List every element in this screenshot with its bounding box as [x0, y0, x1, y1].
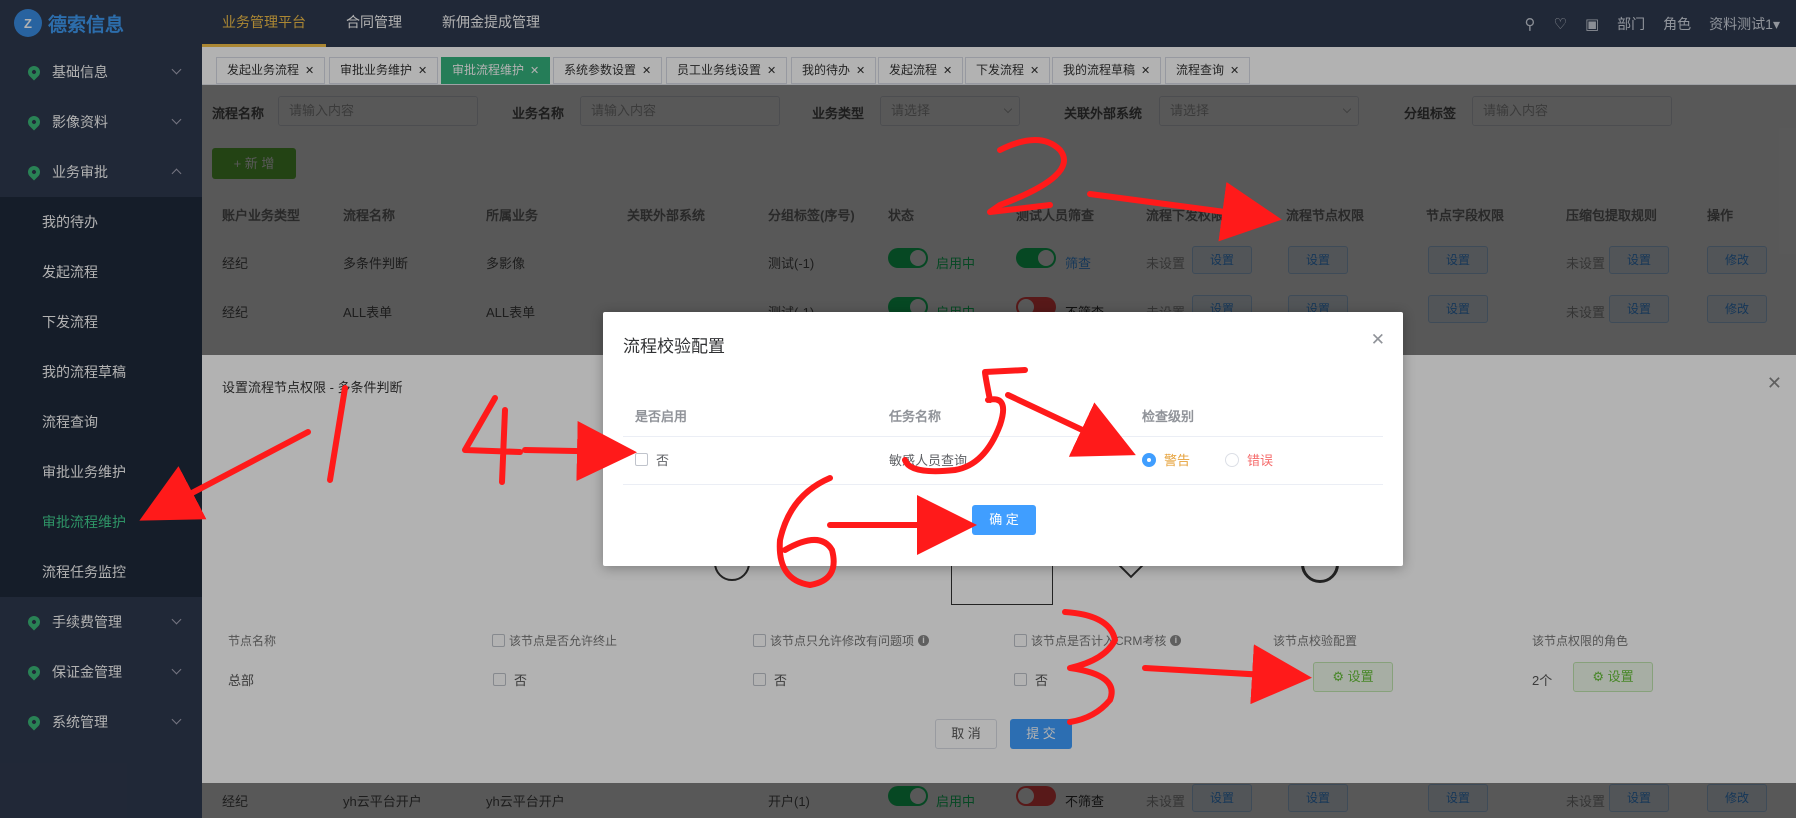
col-check-level: 检查级别 [1142, 409, 1195, 424]
divider [623, 436, 1383, 437]
radio-unselected[interactable] [1225, 452, 1239, 467]
col-enable: 是否启用 [635, 409, 688, 424]
confirm-button[interactable]: 确 定 [972, 505, 1036, 535]
enable-checkbox[interactable] [635, 453, 648, 466]
flow-verify-dialog: 流程校验配置 ✕ 是否启用 任务名称 检查级别 否 敏感人员查询 警告 错误 确… [603, 312, 1403, 566]
col-task-name: 任务名称 [889, 409, 942, 424]
level-error-option[interactable]: 错误 [1225, 450, 1273, 469]
enable-cell: 否 [635, 450, 669, 469]
divider [623, 484, 1383, 485]
level-warn-option[interactable]: 警告 [1142, 450, 1190, 469]
radio-label: 警告 [1164, 453, 1191, 468]
radio-selected[interactable] [1142, 452, 1156, 467]
checkbox-label: 否 [656, 453, 670, 468]
task-name: 敏感人员查询 [889, 453, 968, 468]
close-icon[interactable]: ✕ [1371, 330, 1385, 350]
dialog-title: 流程校验配置 [623, 337, 725, 356]
radio-label: 错误 [1247, 453, 1274, 468]
